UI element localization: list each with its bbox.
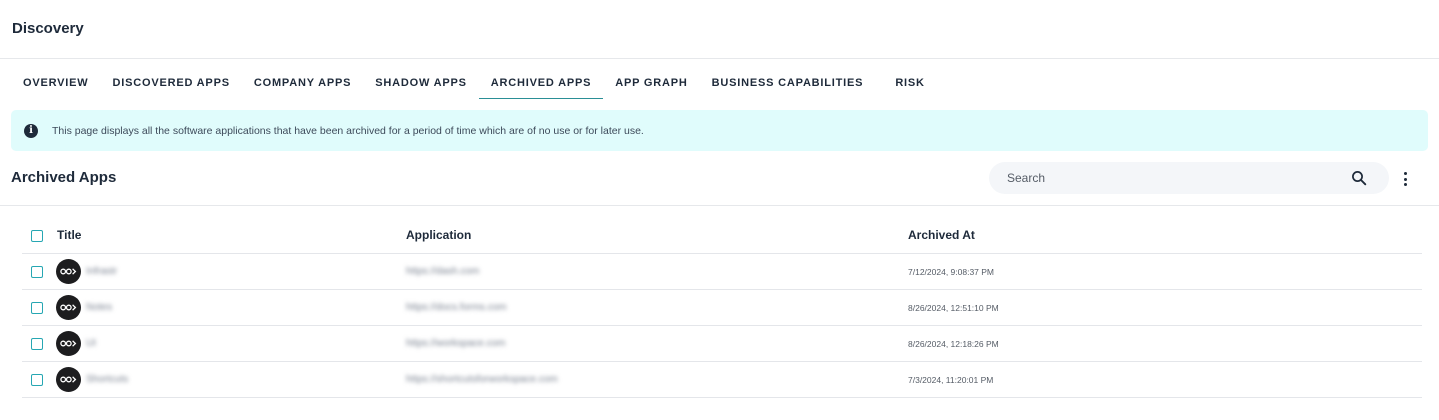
app-title[interactable]: Shortcuts — [86, 374, 128, 385]
app-application: https://docs.forms.com — [406, 302, 507, 313]
page-header: Discovery — [0, 0, 1439, 59]
app-logo-icon — [56, 295, 81, 320]
row-checkbox[interactable] — [31, 338, 43, 350]
search-box — [989, 162, 1389, 194]
app-title[interactable]: UI — [86, 338, 96, 349]
select-all-checkbox[interactable] — [31, 230, 43, 242]
column-header-application[interactable]: Application — [406, 228, 471, 242]
info-icon: i — [24, 123, 38, 138]
tab-archived-apps[interactable]: ARCHIVED APPS — [478, 68, 604, 99]
search-input[interactable] — [1007, 171, 1337, 185]
section-divider — [0, 205, 1439, 206]
tab-company-apps[interactable]: COMPANY APPS — [242, 68, 363, 99]
table-row[interactable]: Shortcuts https://shortcutsforworkspace.… — [22, 362, 1422, 398]
app-logo-icon — [56, 367, 81, 392]
app-application: https://workspace.com — [406, 338, 506, 349]
tab-app-graph[interactable]: APP GRAPH — [603, 68, 699, 99]
tab-discovered-apps[interactable]: DISCOVERED APPS — [101, 68, 242, 99]
app-archived-at: 8/26/2024, 12:18:26 PM — [908, 339, 999, 349]
tab-risk[interactable]: RISK — [883, 68, 936, 99]
table-row[interactable]: UI https://workspace.com 8/26/2024, 12:1… — [22, 326, 1422, 362]
app-application: https://shortcutsforworkspace.com — [406, 374, 558, 385]
app-archived-at: 8/26/2024, 12:51:10 PM — [908, 303, 999, 313]
tab-bar: OVERVIEW DISCOVERED APPS COMPANY APPS SH… — [11, 68, 937, 99]
section-title: Archived Apps — [11, 169, 117, 186]
info-banner-message: This page displays all the software appl… — [52, 124, 644, 137]
app-logo-icon — [56, 331, 81, 356]
search-icon[interactable] — [1351, 170, 1367, 186]
archived-apps-table: Title Application Archived At Infrastr h… — [22, 217, 1422, 398]
column-header-archived-at[interactable]: Archived At — [908, 228, 975, 242]
app-title[interactable]: Infrastr — [86, 266, 117, 277]
tab-business-capabilities[interactable]: BUSINESS CAPABILITIES — [700, 68, 876, 99]
tab-shadow-apps[interactable]: SHADOW APPS — [363, 68, 479, 99]
app-archived-at: 7/12/2024, 9:08:37 PM — [908, 267, 995, 277]
table-header-row: Title Application Archived At — [22, 217, 1422, 254]
table-row[interactable]: Infrastr https://dash.com 7/12/2024, 9:0… — [22, 254, 1422, 290]
app-application: https://dash.com — [406, 266, 480, 277]
column-header-title[interactable]: Title — [57, 228, 81, 242]
row-checkbox[interactable] — [31, 266, 43, 278]
kebab-menu-icon[interactable] — [1398, 170, 1412, 188]
table-row[interactable]: Notes https://docs.forms.com 8/26/2024, … — [22, 290, 1422, 326]
tab-overview[interactable]: OVERVIEW — [11, 68, 101, 99]
info-banner: i This page displays all the software ap… — [11, 110, 1428, 151]
row-checkbox[interactable] — [31, 374, 43, 386]
app-logo-icon — [56, 259, 81, 284]
app-archived-at: 7/3/2024, 11:20:01 PM — [908, 375, 994, 385]
row-checkbox[interactable] — [31, 302, 43, 314]
page-title: Discovery — [12, 20, 84, 37]
app-title[interactable]: Notes — [86, 302, 112, 313]
